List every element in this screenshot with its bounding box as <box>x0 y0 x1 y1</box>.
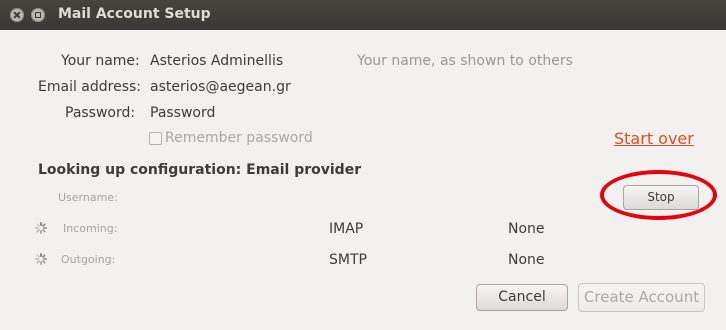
minimize-window-icon[interactable] <box>31 8 45 22</box>
incoming-spinner-icon <box>35 222 47 234</box>
incoming-label: Incoming: <box>63 222 118 235</box>
email-label: Email address: <box>38 79 142 95</box>
password-label: Password: <box>65 105 136 121</box>
window-title: Mail Account Setup <box>58 6 211 22</box>
name-label: Your name: <box>61 53 140 69</box>
title-bar: Mail Account Setup <box>0 0 726 30</box>
remember-password-label: Remember password <box>165 130 313 146</box>
cancel-button[interactable]: Cancel <box>476 284 568 311</box>
close-window-icon[interactable] <box>10 8 24 22</box>
password-field[interactable]: Password <box>150 105 215 121</box>
outgoing-protocol: SMTP <box>329 252 367 268</box>
create-account-button[interactable]: Create Account <box>578 283 705 312</box>
name-hint: Your name, as shown to others <box>357 53 573 69</box>
remember-password-checkbox[interactable] <box>149 132 162 145</box>
username-label: Username: <box>58 191 118 204</box>
name-field[interactable]: Asterios Adminellis <box>150 53 283 69</box>
incoming-security: None <box>508 221 545 237</box>
config-heading: Looking up configuration: Email provider <box>38 162 362 178</box>
email-field[interactable]: asterios@aegean.gr <box>150 79 291 95</box>
outgoing-spinner-icon <box>35 253 47 265</box>
outgoing-security: None <box>508 252 545 268</box>
outgoing-label: Outgoing: <box>61 253 116 266</box>
incoming-protocol: IMAP <box>329 221 364 237</box>
annotation-ring <box>600 170 717 220</box>
start-over-link[interactable]: Start over <box>614 129 694 148</box>
